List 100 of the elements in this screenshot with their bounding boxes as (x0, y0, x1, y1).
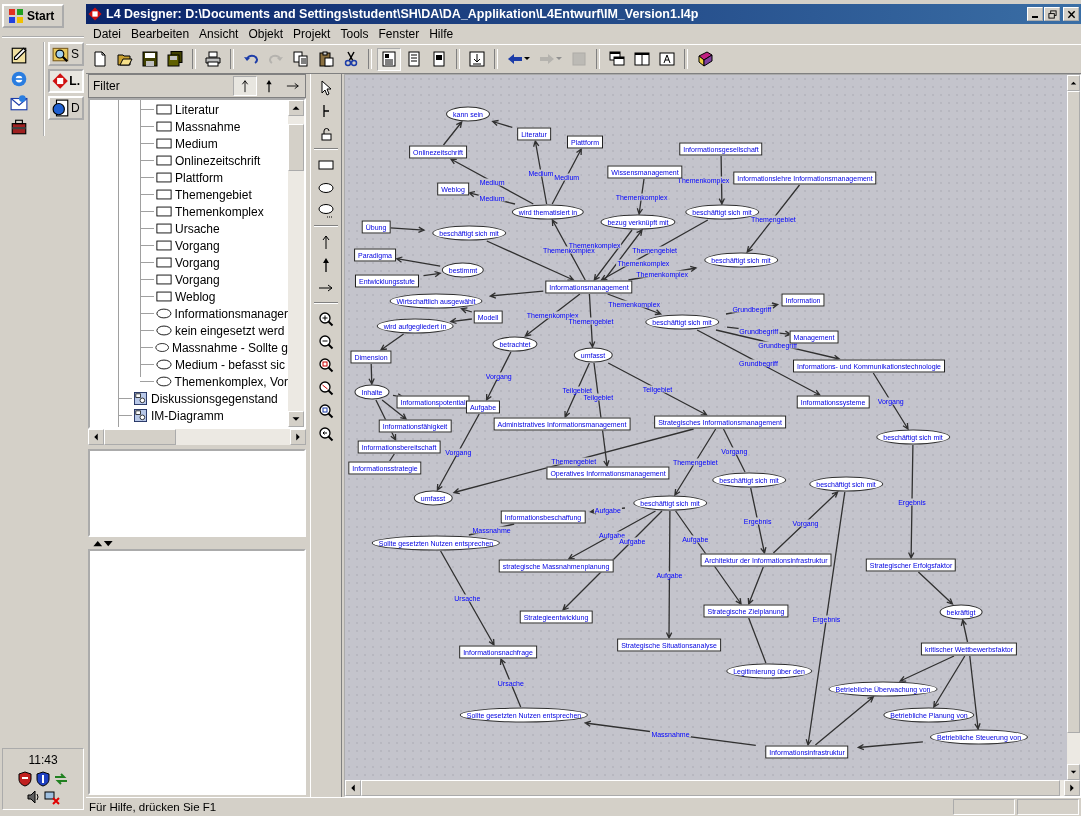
tree-item[interactable]: Themenkomplex, Vor (174, 374, 288, 389)
menu-item[interactable]: Hilfe (424, 27, 459, 41)
start-button[interactable]: Start (2, 4, 64, 28)
tree-item[interactable]: Medium (175, 136, 218, 151)
filter-button[interactable] (233, 76, 257, 96)
vertical-scrollbar[interactable] (288, 100, 304, 427)
scrollbar-thumb[interactable] (288, 124, 304, 171)
tile-windows-icon (634, 51, 650, 67)
cut-icon (343, 51, 359, 67)
magnifier-folder-icon (52, 45, 70, 63)
back-arrow-icon (507, 51, 523, 67)
maximize-button[interactable] (1044, 7, 1060, 21)
tree-item[interactable]: Vorgang (175, 272, 220, 287)
rectangle-icon (156, 155, 172, 166)
horizontal-scrollbar[interactable] (88, 429, 306, 445)
document-globe-icon (52, 99, 70, 117)
menu-item[interactable]: Objekt (243, 27, 289, 41)
forward-arrow-icon (539, 51, 555, 67)
view-icon (381, 51, 397, 67)
close-icon (1066, 9, 1076, 19)
tree-item[interactable]: IM-Diagramm (151, 408, 224, 423)
save-all-icon (167, 51, 183, 67)
scrollbar-thumb[interactable] (104, 429, 176, 445)
tree-item[interactable]: Plattform (175, 170, 223, 185)
tree-item[interactable]: Diskussionsgegenstand (151, 391, 278, 406)
filter-label: Filter (92, 79, 121, 93)
rectangle-icon (156, 223, 172, 234)
printer-icon (205, 51, 221, 67)
rectangle-icon (156, 121, 172, 132)
fit-page-icon (469, 51, 485, 67)
rectangle-icon (156, 189, 172, 200)
tree-item[interactable]: Themenkomplex (175, 204, 264, 219)
menu-item[interactable]: Projekt (288, 27, 336, 41)
tree-item[interactable]: Massnahme - Sollte g (171, 340, 288, 355)
browser-e-icon[interactable] (10, 70, 28, 88)
taskbar-button[interactable]: L. (48, 69, 84, 93)
tree-item[interactable]: kein eingesetzt werd (175, 323, 285, 338)
toolbox-icon[interactable] (10, 118, 28, 136)
rectangle-icon (156, 138, 172, 149)
ellipse-icon (155, 376, 172, 387)
text-frame-icon (659, 51, 675, 67)
paste-icon (318, 51, 334, 67)
shield-icon[interactable] (35, 771, 51, 787)
shield-icon[interactable] (17, 771, 33, 787)
page-icon (431, 51, 447, 67)
diagram-icon (134, 392, 147, 405)
menu-item[interactable]: Tools (335, 27, 374, 41)
rectangle-icon (156, 291, 172, 302)
menu-item[interactable]: Fenster (373, 27, 425, 41)
rectangle-icon (156, 104, 172, 115)
diamond-logo-icon (52, 72, 69, 90)
tree-item[interactable]: Literatur (175, 102, 220, 117)
dropdown-caret-icon (556, 57, 562, 61)
tree-item[interactable]: Weblog (175, 289, 216, 304)
network-error-icon[interactable] (44, 789, 60, 805)
minimize-button[interactable] (1027, 7, 1043, 21)
clock: 11:43 (28, 753, 58, 767)
lock-icon (318, 125, 334, 142)
zoom-selection-icon (318, 379, 334, 396)
cascade-windows-icon (609, 51, 625, 67)
ellipse-icon (156, 325, 172, 336)
dropdown-caret-icon (524, 57, 530, 61)
tree-item[interactable]: Vorgang (175, 238, 220, 253)
ellipse-icon (154, 342, 169, 353)
rectangle-icon (156, 257, 172, 268)
ellipse-icon (155, 308, 172, 319)
save-icon (142, 51, 158, 67)
ellipse-icon (156, 359, 172, 370)
diamond-logo-icon (88, 7, 102, 21)
toolbar-button[interactable] (377, 47, 401, 71)
splitter-arrows-icon[interactable] (92, 539, 114, 547)
menu-item[interactable]: Datei (88, 27, 126, 41)
taskbar-button[interactable]: S (48, 42, 84, 66)
tree-item[interactable]: Massnahme (175, 119, 241, 134)
zoom-previous-icon (318, 425, 334, 442)
tree-item[interactable]: Vorgang (175, 255, 220, 270)
open-folder-icon (117, 51, 133, 67)
tree-item[interactable]: Ursache (175, 221, 220, 236)
tree-item[interactable]: Informationsmanager (174, 306, 288, 321)
pointer-icon (318, 79, 334, 96)
diagram-icon (134, 409, 147, 422)
book-icon (697, 51, 713, 67)
zoom-out-icon (318, 333, 334, 350)
rectangle-icon (156, 274, 172, 285)
zoom-fit-icon (318, 356, 334, 373)
menu-item[interactable]: Bearbeiten (126, 27, 195, 41)
tree-item[interactable]: Onlinezeitschrift (175, 153, 261, 168)
page-icon (406, 51, 422, 67)
grid-icon (571, 51, 587, 67)
notepad-icon[interactable] (10, 46, 28, 64)
tree-item[interactable]: Medium - befasst sic (175, 357, 286, 372)
minimize-icon (1032, 16, 1038, 18)
close-button[interactable] (1063, 7, 1079, 21)
menu-item[interactable]: Ansicht (194, 27, 244, 41)
tree-item[interactable]: Themengebiet (175, 187, 252, 202)
speaker-icon[interactable] (26, 789, 42, 805)
taskbar-button[interactable]: D (48, 96, 84, 120)
windows-flag-icon (7, 8, 25, 24)
status-text: Für Hilfe, drücken Sie F1 (88, 801, 218, 813)
mail-icon[interactable] (10, 94, 28, 112)
